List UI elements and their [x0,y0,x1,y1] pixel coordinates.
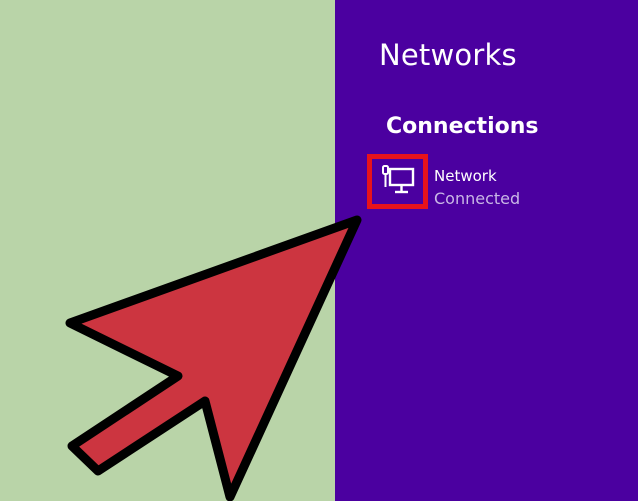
panel-title: Networks [379,38,517,72]
desktop-background [0,0,335,501]
wired-network-icon [382,165,415,194]
network-connection-item[interactable]: Network Connected [367,154,597,212]
screenshot-stage: Networks Connections Network Connected [0,0,638,501]
networks-charm-panel: Networks Connections Network Connected [335,0,638,501]
connections-heading: Connections [386,114,539,139]
network-status: Connected [434,189,521,208]
network-name: Network [434,167,497,185]
